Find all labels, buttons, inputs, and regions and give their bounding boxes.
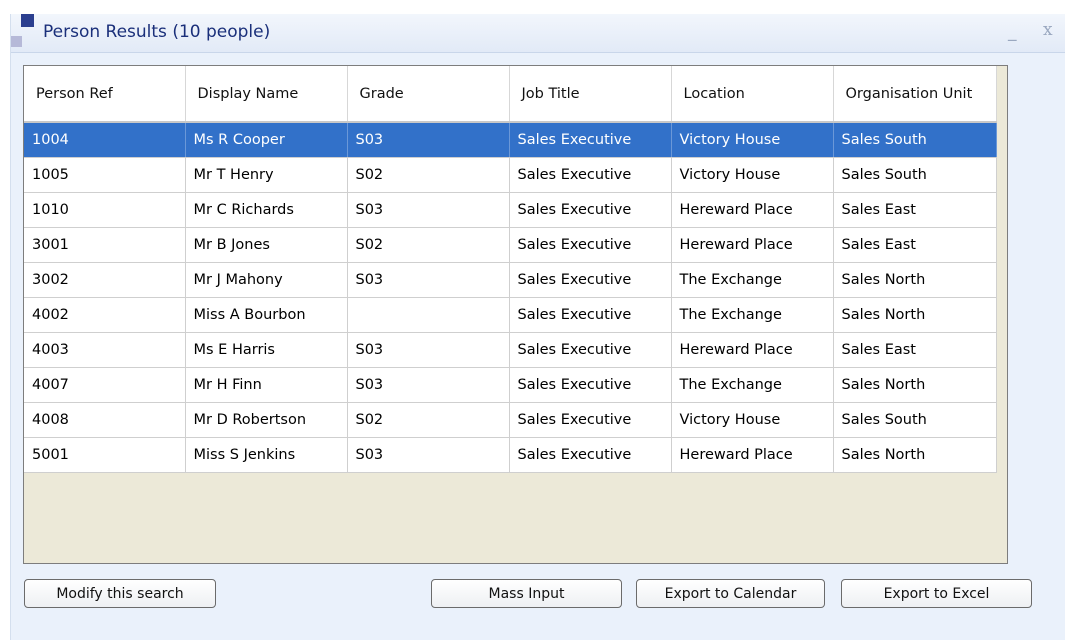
cell-display-name: Mr J Mahony (185, 262, 348, 298)
table-row[interactable]: 3001 Mr B Jones S02 Sales Executive Hereward… (24, 227, 997, 263)
export-to-calendar-button[interactable]: Export to Calendar (636, 579, 825, 608)
cell-organisation-unit: Sales East (833, 227, 997, 263)
cell-person-ref: 4002 (24, 297, 186, 333)
window-title: Person Results (10 people) (43, 22, 271, 42)
column-header-job-title[interactable]: Job Title (509, 66, 672, 123)
cell-location: Hereward Place (671, 437, 834, 473)
cell-organisation-unit: Sales South (833, 122, 997, 158)
cell-location: Victory House (671, 157, 834, 193)
cell-location: The Exchange (671, 297, 834, 333)
cell-job-title: Sales Executive (509, 402, 672, 438)
cell-person-ref: 5001 (24, 437, 186, 473)
cell-person-ref: 4007 (24, 367, 186, 403)
cell-location: Hereward Place (671, 227, 834, 263)
cell-job-title: Sales Executive (509, 227, 672, 263)
minimize-icon[interactable]: _ (1008, 22, 1017, 42)
cell-location: Victory House (671, 122, 834, 158)
cell-display-name: Mr H Finn (185, 367, 348, 403)
cell-organisation-unit: Sales South (833, 157, 997, 193)
cell-location: The Exchange (671, 262, 834, 298)
cell-grade (347, 297, 510, 333)
table-row[interactable]: 4003 Ms E Harris S03 Sales Executive Herewar… (24, 332, 997, 368)
table-row[interactable]: 4008 Mr D Robertson S02 Sales Executive Vict… (24, 402, 997, 438)
mass-input-button[interactable]: Mass Input (431, 579, 622, 608)
cell-person-ref: 4003 (24, 332, 186, 368)
cell-grade: S03 (347, 332, 510, 368)
table-row[interactable]: 3002 Mr J Mahony S03 Sales Executive The Exc… (24, 262, 997, 298)
cell-display-name: Ms R Cooper (185, 122, 348, 158)
cell-location: Hereward Place (671, 332, 834, 368)
table-row[interactable]: 4007 Mr H Finn S03 Sales Executive The Excha… (24, 367, 997, 403)
cell-display-name: Miss A Bourbon (185, 297, 348, 333)
table-row[interactable]: 4002 Miss A Bourbon Sales Executive The Exc… (24, 297, 997, 333)
cell-grade: S03 (347, 367, 510, 403)
cell-display-name: Mr C Richards (185, 192, 348, 228)
cell-person-ref: 3002 (24, 262, 186, 298)
squares-logo-icon (11, 14, 47, 50)
cell-person-ref: 1005 (24, 157, 186, 193)
results-table: Person Ref Display Name Grade Job Title … (24, 66, 997, 473)
cell-display-name: Mr D Robertson (185, 402, 348, 438)
cell-job-title: Sales Executive (509, 122, 672, 158)
close-icon[interactable]: x (1043, 20, 1053, 40)
cell-job-title: Sales Executive (509, 297, 672, 333)
cell-person-ref: 1004 (24, 122, 186, 158)
column-header-grade[interactable]: Grade (347, 66, 510, 123)
cell-job-title: Sales Executive (509, 262, 672, 298)
cell-job-title: Sales Executive (509, 367, 672, 403)
cell-organisation-unit: Sales North (833, 437, 997, 473)
cell-organisation-unit: Sales South (833, 402, 997, 438)
cell-job-title: Sales Executive (509, 192, 672, 228)
person-results-window: Person Results (10 people) _ x Person Re… (10, 14, 1065, 640)
cell-display-name: Mr T Henry (185, 157, 348, 193)
cell-display-name: Mr B Jones (185, 227, 348, 263)
cell-grade: S03 (347, 192, 510, 228)
cell-job-title: Sales Executive (509, 157, 672, 193)
column-header-person-ref[interactable]: Person Ref (24, 66, 186, 123)
results-grid[interactable]: Person Ref Display Name Grade Job Title … (23, 65, 1008, 564)
cell-grade: S03 (347, 262, 510, 298)
column-header-location[interactable]: Location (671, 66, 834, 123)
column-header-organisation-unit[interactable]: Organisation Unit (833, 66, 997, 123)
cell-job-title: Sales Executive (509, 437, 672, 473)
cell-grade: S03 (347, 437, 510, 473)
cell-location: Hereward Place (671, 192, 834, 228)
cell-person-ref: 1010 (24, 192, 186, 228)
cell-job-title: Sales Executive (509, 332, 672, 368)
cell-grade: S02 (347, 227, 510, 263)
cell-person-ref: 3001 (24, 227, 186, 263)
cell-grade: S02 (347, 402, 510, 438)
cell-display-name: Ms E Harris (185, 332, 348, 368)
column-header-display-name[interactable]: Display Name (185, 66, 348, 123)
cell-organisation-unit: Sales East (833, 192, 997, 228)
table-row[interactable]: 1010 Mr C Richards S03 Sales Executive Herew… (24, 192, 997, 228)
results-table-body: 1004 Ms R Cooper S03 Sales Executive Victory… (24, 122, 997, 473)
cell-location: The Exchange (671, 367, 834, 403)
cell-organisation-unit: Sales East (833, 332, 997, 368)
cell-location: Victory House (671, 402, 834, 438)
cell-grade: S03 (347, 122, 510, 158)
table-row[interactable]: 1004 Ms R Cooper S03 Sales Executive Victory… (24, 122, 997, 158)
cell-grade: S02 (347, 157, 510, 193)
table-header-row: Person Ref Display Name Grade Job Title … (24, 66, 997, 123)
export-to-excel-button[interactable]: Export to Excel (841, 579, 1032, 608)
table-row[interactable]: 1005 Mr T Henry S02 Sales Executive Victory … (24, 157, 997, 193)
cell-person-ref: 4008 (24, 402, 186, 438)
logo-square-small (11, 36, 22, 47)
modify-search-button[interactable]: Modify this search (24, 579, 216, 608)
title-bar: Person Results (10 people) _ x (11, 14, 1065, 53)
table-row[interactable]: 5001 Miss S Jenkins S03 Sales Executive Here… (24, 437, 997, 473)
cell-display-name: Miss S Jenkins (185, 437, 348, 473)
cell-organisation-unit: Sales North (833, 262, 997, 298)
cell-organisation-unit: Sales North (833, 367, 997, 403)
logo-square-large (21, 14, 34, 27)
cell-organisation-unit: Sales North (833, 297, 997, 333)
